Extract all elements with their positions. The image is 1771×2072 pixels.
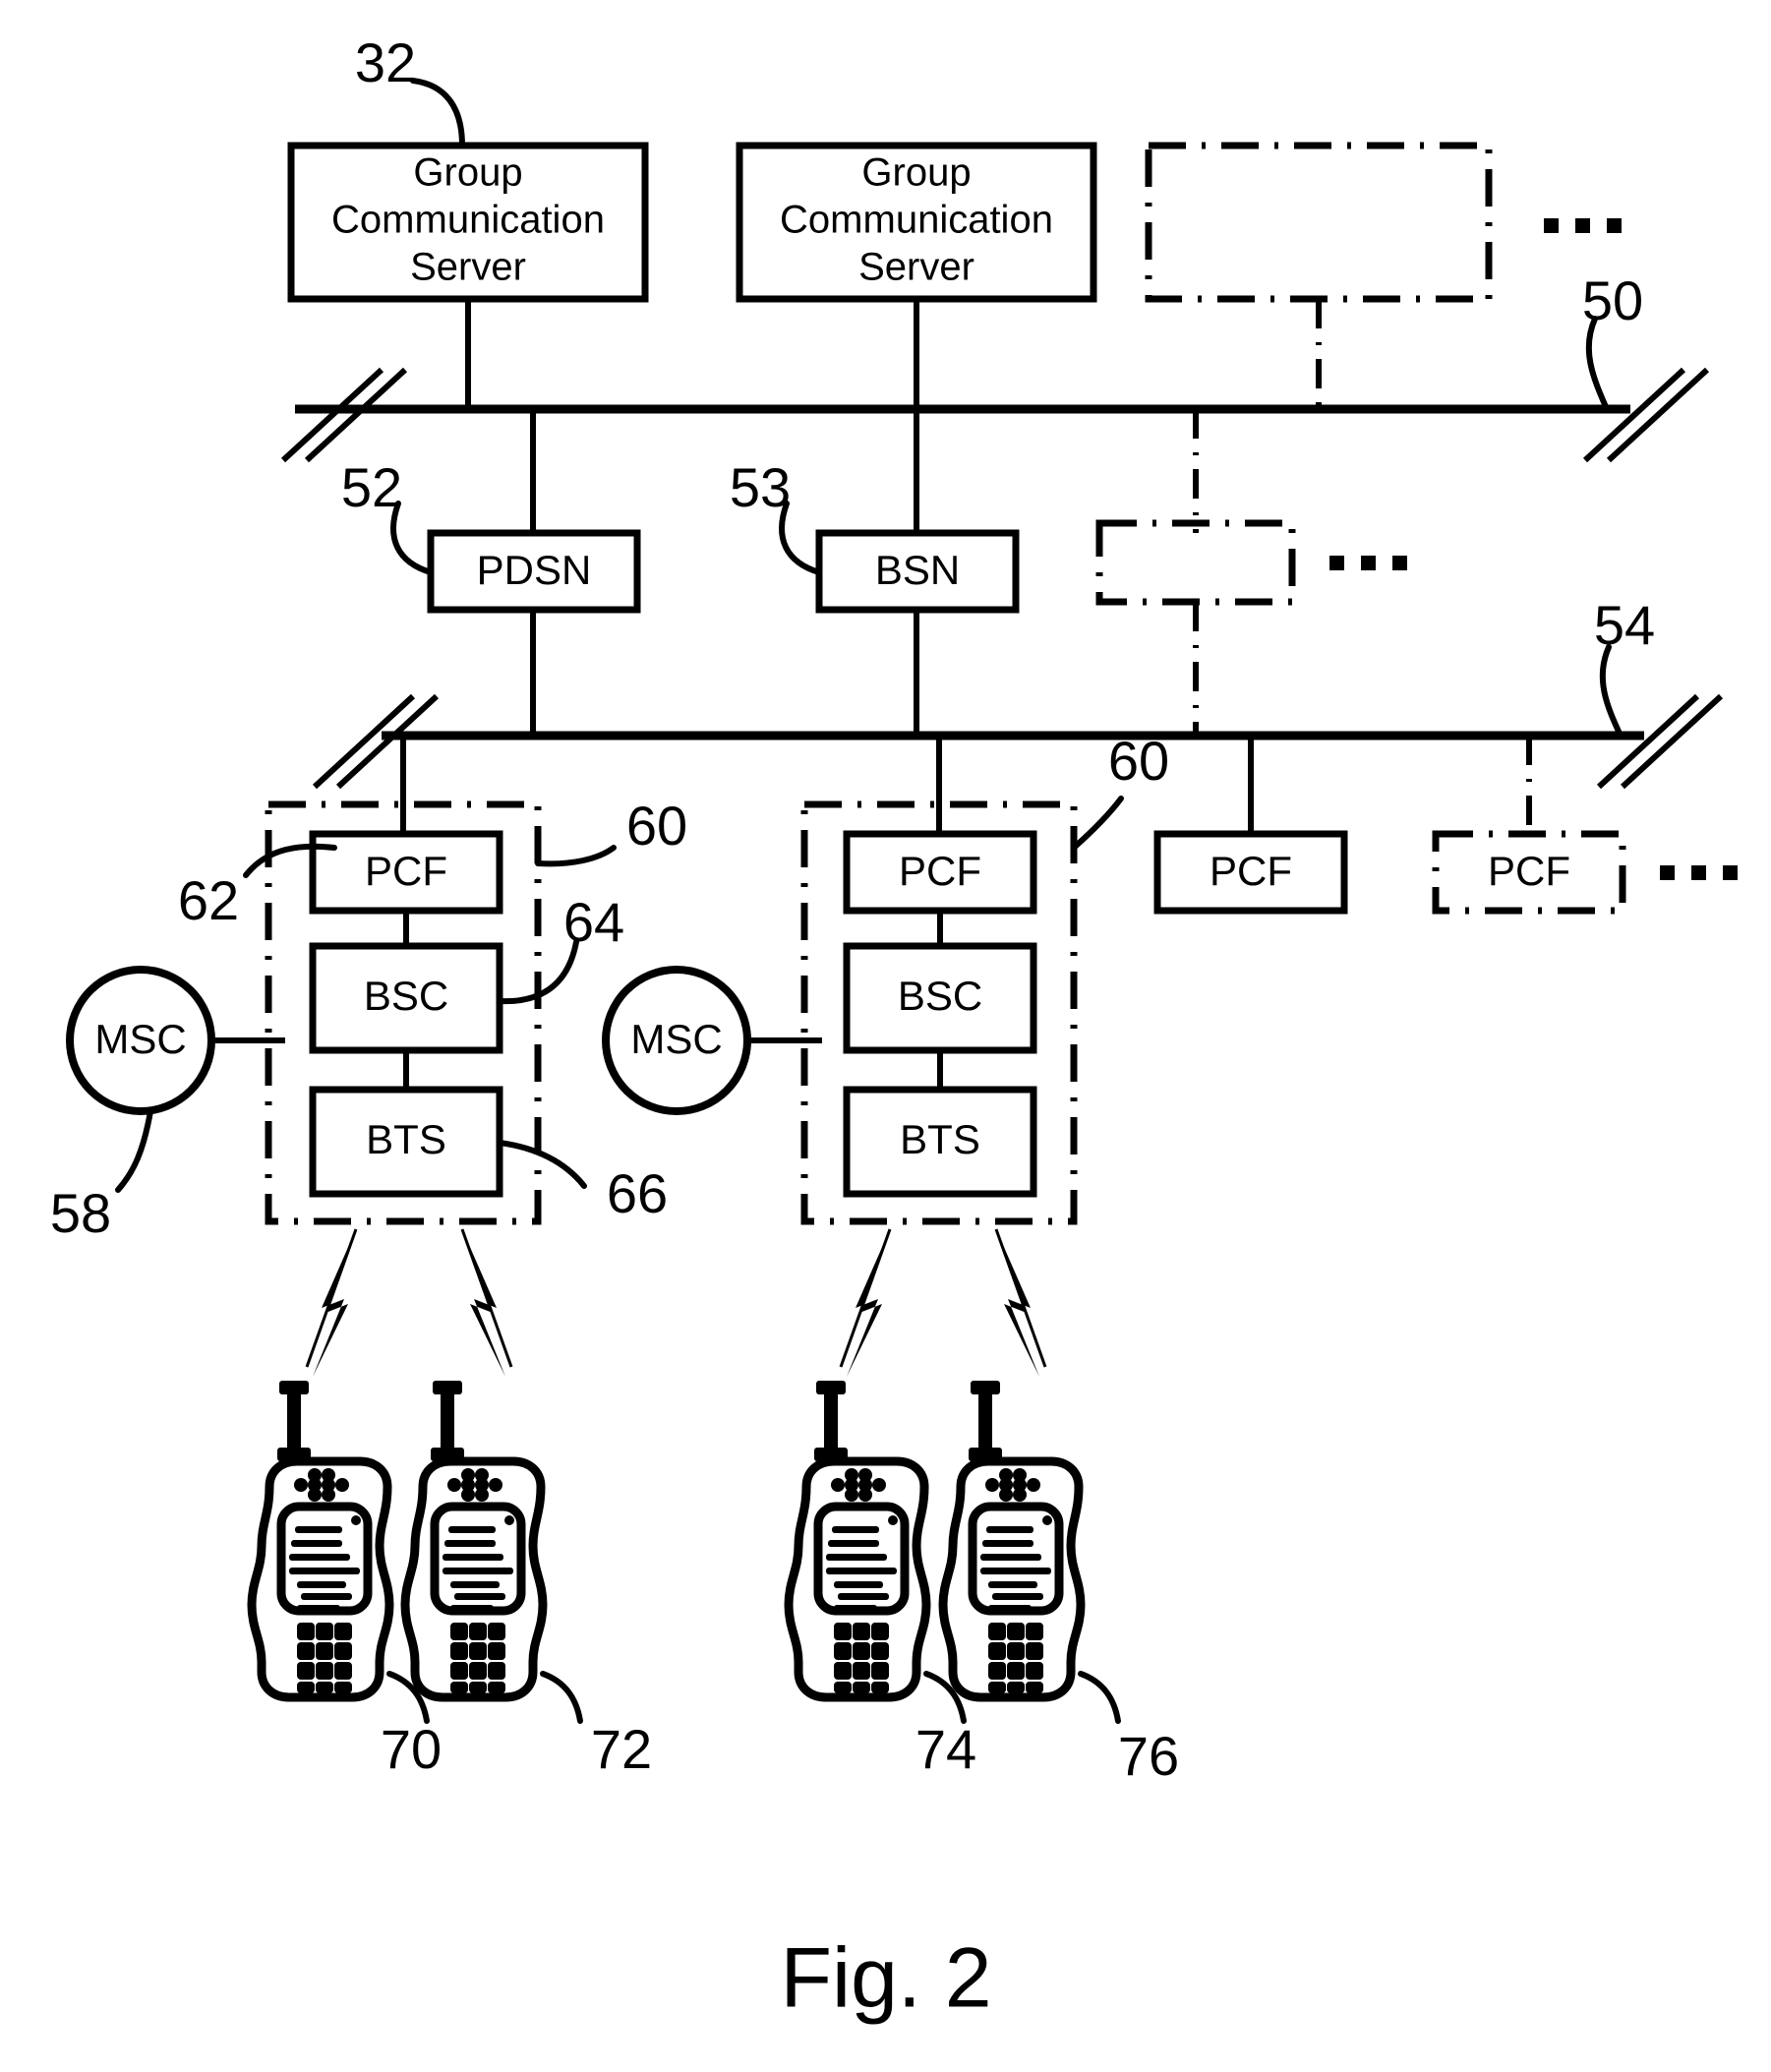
figure-caption: Fig. 2 (780, 1931, 991, 2026)
bsc-1-label: BSC (364, 973, 448, 1019)
pcf-4-label: PCF (1488, 848, 1570, 894)
keypad[interactable] (450, 1623, 505, 1693)
ref-58-label: 58 (50, 1182, 111, 1244)
group-communication-server-2[interactable]: Group Communication Server (736, 142, 1097, 303)
node-placeholder-box (1095, 519, 1296, 606)
bus-upper-break-right-1 (1582, 367, 1686, 463)
ref-50-leader (1585, 316, 1610, 412)
bts-1-node[interactable]: BTS (309, 1086, 503, 1198)
server-2-label-line3: Server (858, 246, 974, 289)
pcf-2-node[interactable]: PCF (843, 830, 1037, 915)
ref-66-leader (497, 1140, 587, 1189)
bts-2-label: BTS (900, 1116, 980, 1162)
ref-60-leader-1 (535, 845, 617, 867)
msc-1-node[interactable]: MSC (66, 966, 215, 1115)
bus-lower-break-right-2 (1620, 693, 1724, 790)
pcf-1-node[interactable]: PCF (309, 830, 503, 915)
rf-link-4 (994, 1228, 1047, 1377)
mobile-station-72[interactable] (400, 1381, 548, 1702)
ref-32-label: 32 (355, 31, 416, 93)
ref-60-label-2: 60 (1108, 730, 1169, 792)
bus-lower-break-right-1 (1596, 693, 1700, 790)
rf-link-3 (839, 1228, 892, 1377)
ref-76-label: 76 (1118, 1725, 1179, 1787)
pcf-1-label: PCF (365, 848, 447, 894)
pcf-ellipsis (1660, 865, 1738, 880)
nodes-ellipsis (1329, 556, 1407, 570)
ref-50-label: 50 (1582, 269, 1643, 331)
pcf-2-label: PCF (899, 848, 981, 894)
server-1-label-line1: Group (413, 151, 522, 195)
bts-2-node[interactable]: BTS (843, 1086, 1037, 1198)
keypad[interactable] (834, 1623, 889, 1693)
ref-66-label: 66 (607, 1162, 668, 1224)
mobile-station-76[interactable] (938, 1381, 1086, 1702)
bus-lower-break-left-1 (312, 693, 416, 790)
group-communication-server-3-placeholder-box (1145, 142, 1493, 303)
pcf-3-node[interactable]: PCF (1153, 830, 1348, 915)
pcf-3-label: PCF (1210, 848, 1292, 894)
rf-link-1 (305, 1228, 358, 1377)
bus-lower (312, 693, 1724, 790)
bus-upper-break-right-2 (1606, 367, 1710, 463)
pdsn-label: PDSN (477, 547, 592, 593)
msc-2-node[interactable]: MSC (602, 966, 751, 1115)
keypad[interactable] (988, 1623, 1043, 1693)
patent-figure: Group Communication Server 32 Group Comm… (0, 0, 1771, 2072)
ref-60-leader-2 (1071, 796, 1124, 851)
ref-53-label: 53 (730, 456, 791, 518)
bts-1-label: BTS (366, 1116, 446, 1162)
keypad[interactable] (297, 1623, 352, 1693)
ref-54-label: 54 (1594, 594, 1655, 656)
ref-76-leader (1078, 1671, 1121, 1724)
servers-ellipsis (1544, 218, 1622, 233)
ref-60-label-1: 60 (626, 795, 687, 857)
ref-72-leader (540, 1671, 583, 1724)
bus-upper-break-left-2 (304, 367, 408, 463)
pcf-4-node-placeholder: PCF (1432, 830, 1626, 915)
group-communication-server-1[interactable]: Group Communication Server (287, 142, 649, 303)
server-2-label-line2: Communication (780, 199, 1053, 242)
bus-lower-break-left-2 (335, 693, 440, 790)
bsc-2-node[interactable]: BSC (843, 942, 1037, 1054)
pdsn-node[interactable]: PDSN (427, 529, 641, 614)
server-2-label-line1: Group (861, 151, 971, 195)
ref-52-label: 52 (341, 456, 402, 518)
ref-54-leader (1599, 644, 1623, 739)
bus-upper (280, 367, 1710, 463)
server-1-label-line3: Server (410, 246, 526, 289)
ref-62-label: 62 (178, 869, 239, 931)
bsn-label: BSN (875, 547, 960, 593)
rf-link-2 (460, 1228, 513, 1377)
ref-70-label: 70 (381, 1718, 442, 1780)
server-1-label-line2: Communication (331, 199, 605, 242)
bsc-1-node[interactable]: BSC (309, 942, 503, 1054)
msc-1-label: MSC (94, 1016, 186, 1062)
bsc-2-label: BSC (898, 973, 982, 1019)
ref-32-leader (410, 78, 465, 148)
ref-58-leader (115, 1108, 153, 1193)
ref-72-label: 72 (591, 1718, 652, 1780)
ref-74-label: 74 (915, 1718, 976, 1780)
mobile-station-74[interactable] (784, 1381, 931, 1702)
bsn-node[interactable]: BSN (815, 529, 1020, 614)
mobile-station-70[interactable] (247, 1381, 394, 1702)
bus-upper-break-left-1 (280, 367, 384, 463)
msc-2-label: MSC (630, 1016, 722, 1062)
ref-64-label: 64 (563, 891, 624, 953)
